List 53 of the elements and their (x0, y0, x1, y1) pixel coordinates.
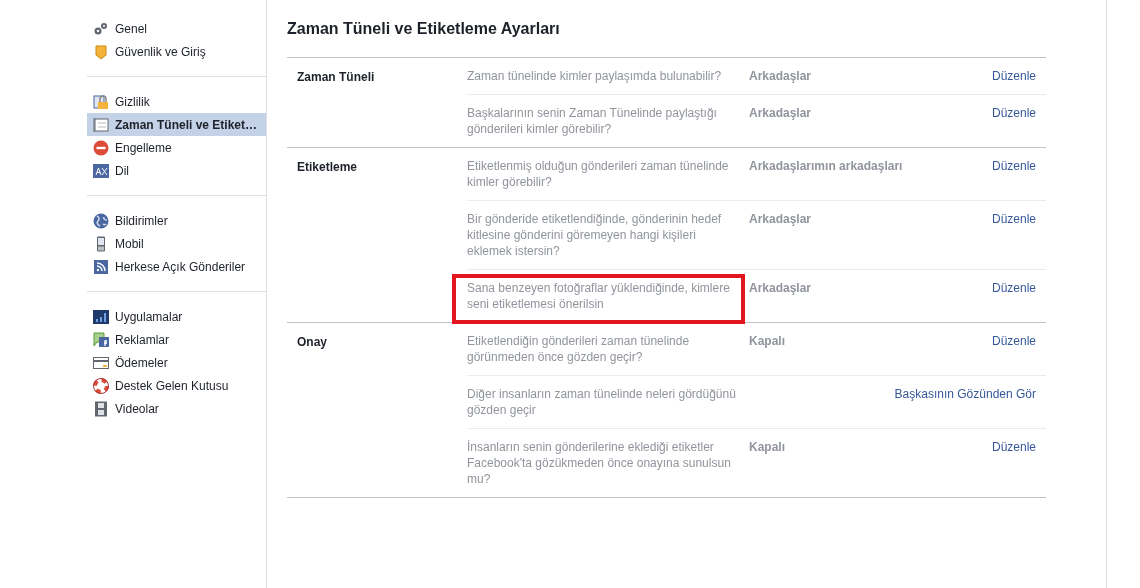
sidebar-item[interactable]: Genel (87, 17, 266, 40)
setting-question: Etiketlenmiş olduğun gönderileri zaman tünelinde kimler görebilir? (467, 158, 730, 190)
setting-question: Başkalarının senin Zaman Tünelinde paylaştığı gönderileri kimler görebilir? (467, 105, 718, 137)
sidebar-item[interactable]: Dil (87, 159, 266, 182)
setting-value: Arkadaşlar (749, 280, 813, 297)
sidebar-item[interactable]: Destek Gelen Kutusu (87, 374, 266, 397)
edit-link[interactable]: Başkasının Gözünden Gör (894, 386, 1036, 418)
setting-value: Kapalı (749, 333, 786, 350)
sidebar-item[interactable]: Gizlilik (87, 90, 266, 113)
blocked-icon (93, 139, 109, 156)
section-title: Zaman Tüneli (296, 69, 376, 84)
edit-link[interactable]: Düzenle (991, 333, 1036, 365)
apps-icon (93, 308, 109, 325)
lifebuoy-icon (93, 377, 109, 394)
sidebar-item[interactable]: Mobil (87, 232, 266, 255)
setting-value: Arkadaşlar (749, 105, 813, 122)
edit-link[interactable]: Düzenle (991, 280, 1036, 312)
globe-icon (93, 212, 109, 229)
setting-question: Sana benzeyen fotoğraflar yüklendiğinde, kimlere seni etiketlemesi önerilsin (467, 280, 731, 312)
sidebar-item[interactable]: Güvenlik ve Giriş (87, 40, 266, 63)
edit-link[interactable]: Düzenle (991, 105, 1036, 137)
padlock-icon (93, 93, 109, 110)
sidebar-item[interactable]: Bildirimler (87, 209, 266, 232)
film-icon (93, 400, 109, 417)
badge-icon (93, 43, 109, 60)
setting-value: Arkadaşlar (749, 211, 813, 228)
translate-icon (93, 162, 109, 179)
setting-value: Arkadaşlar (749, 68, 813, 84)
page-title: Zaman Tüneli ve Etiketleme Ayarları (287, 20, 561, 38)
setting-question: Etiketlendiğin gönderileri zaman tünelinde görünmeden önce gözden geçir? (467, 333, 691, 365)
timeline-icon (93, 116, 109, 133)
setting-value: Arkadaşlarımın arkadaşları (749, 158, 903, 175)
sidebar-item[interactable]: Engelleme (87, 136, 266, 159)
setting-question: Bir gönderide etiketlendiğinde, gönderinin hedef kitlesine gönderini göremeyen hangi kişileri eklemek istersin? (467, 211, 723, 259)
edit-link[interactable]: Düzenle (991, 158, 1036, 190)
setting-value: Kapalı (749, 439, 786, 456)
section-title: Etiketleme (296, 159, 359, 174)
edit-link[interactable]: Düzenle (991, 68, 1036, 84)
section-title: Onay (296, 334, 328, 349)
setting-question: Zaman tünelinde kimler paylaşımda bulunabilir? (467, 68, 723, 84)
sidebar-item[interactable]: Zaman Tüneli ve Etiket… (87, 113, 266, 136)
sidebar-item[interactable]: Herkese Açık Gönderiler (87, 255, 266, 278)
card-icon (93, 354, 109, 371)
setting-question: İnsanların senin gönderilerine eklediği etiketler Facebook'ta gözükmeden önce onayına sunulsun mu? (467, 439, 732, 487)
sidebar-item[interactable]: Ödemeler (87, 351, 266, 374)
setting-question: Diğer insanların zaman tünelinde neleri gördüğünü gözden geçir (467, 386, 737, 418)
sidebar-item[interactable]: Uygulamalar (87, 305, 266, 328)
sidebar-item[interactable]: Videolar (87, 397, 266, 420)
gears-icon (93, 20, 109, 37)
edit-link[interactable]: Düzenle (991, 439, 1036, 487)
rss-icon (93, 258, 109, 275)
edit-link[interactable]: Düzenle (991, 211, 1036, 259)
sidebar-item[interactable]: Reklamlar (87, 328, 266, 351)
